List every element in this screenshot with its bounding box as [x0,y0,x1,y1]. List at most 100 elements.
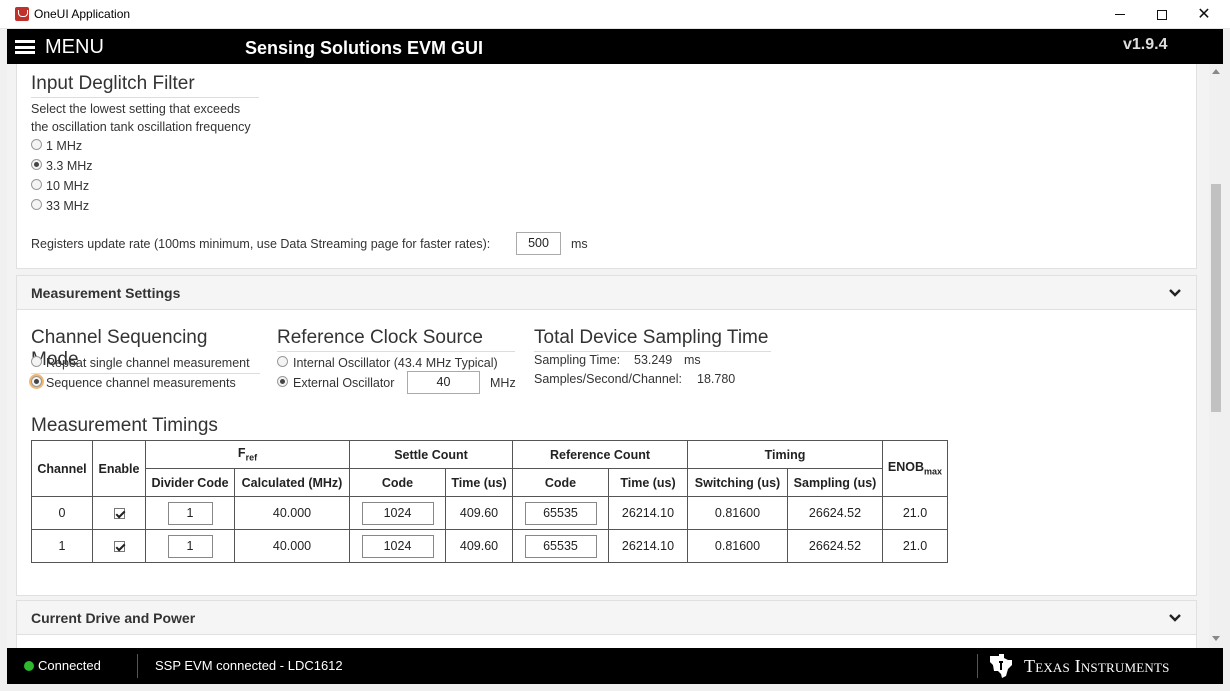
scroll-thumb[interactable] [1211,184,1221,412]
deglitch-radio-1mhz[interactable] [31,139,42,150]
brand-name: Texas Instruments [1024,656,1170,676]
cell-channel: 0 [31,496,93,530]
ref-clock-radio-external[interactable] [277,376,288,387]
cell-switching: 0.81600 [687,529,788,563]
cell-calc: 40.000 [234,529,350,563]
cell-enob: 21.0 [882,529,948,563]
col-ref-time: Time (us) [608,468,688,497]
current-drive-header[interactable]: Current Drive and Power [17,601,1196,635]
deglitch-radio-10mhz[interactable] [31,179,42,190]
app-logo-icon [15,7,29,21]
settle-code-input-ch1[interactable]: 1024 [361,534,434,558]
cell-ref-code: 65535 [512,496,609,530]
minimize-button[interactable] [1098,0,1142,29]
col-settle-count: Settle Count [349,440,513,469]
cell-sampling: 26624.52 [787,496,883,530]
ref-clock-radio-internal[interactable] [277,356,288,367]
hamburger-menu-icon[interactable] [15,40,35,54]
col-enable: Enable [92,440,146,497]
status-divider [137,654,138,678]
vertical-scrollbar[interactable] [1209,64,1223,648]
cell-calc: 40.000 [234,496,350,530]
chevron-down-icon[interactable] [1168,286,1182,300]
cell-enob: 21.0 [882,496,948,530]
settle-code-input-ch0[interactable]: 1024 [361,501,434,525]
enable-checkbox-ch1[interactable] [113,541,125,553]
enable-checkbox-ch0[interactable] [113,508,125,520]
close-button[interactable]: ✕ [1182,0,1226,29]
measurement-settings-header[interactable]: Measurement Settings [17,276,1196,310]
app-header: MENU Sensing Solutions EVM GUI v1.9.4 [7,29,1223,64]
window-bottom-edge [0,684,1230,691]
col-reference-count: Reference Count [512,440,688,469]
cell-ref-time: 26214.10 [608,496,688,530]
maximize-button[interactable] [1140,0,1184,29]
cell-settle-time: 409.60 [445,529,513,563]
scroll-up-icon[interactable] [1212,69,1220,74]
texas-instruments-logo-icon [990,654,1012,678]
cell-switching: 0.81600 [687,496,788,530]
main-content: Input Deglitch Filter Select the lowest … [7,64,1209,648]
external-oscillator-unit: MHz [490,376,516,390]
ref-clock-label-internal: Internal Oscillator (43.4 MHz Typical) [293,356,498,370]
col-channel: Channel [31,440,93,497]
deglitch-label-3-3mhz: 3.3 MHz [46,159,93,173]
divider-input-ch1[interactable]: 1 [167,534,213,558]
status-divider [977,654,978,678]
sps-label: Samples/Second/Channel: [534,372,683,386]
cell-channel: 1 [31,529,93,563]
col-calculated: Calculated (MHz) [234,468,350,497]
version-label: v1.9.4 [1123,36,1168,53]
cell-enable [92,529,146,563]
sampling-time-unit: ms [684,353,701,367]
deglitch-label-1mhz: 1 MHz [46,139,83,153]
timings-title: Measurement Timings [31,415,218,436]
cell-enable [92,496,146,530]
measurement-settings-title: Measurement Settings [31,285,181,301]
measurement-timings-table: Channel Enable Fref Settle Count Referen… [31,440,948,563]
col-ref-code: Code [512,468,609,497]
sequencing-label-sequence: Sequence channel measurements [46,376,236,390]
deglitch-radio-33mhz[interactable] [31,199,42,210]
update-rate-label: Registers update rate (100ms minimum, us… [31,237,491,251]
update-rate-input[interactable]: 500 [516,232,561,255]
table-row: 1 1 40.000 1024 409.60 65535 26214.10 0.… [31,529,948,563]
connection-status: Connected [38,658,101,673]
sequencing-label-repeat: Repeat single channel measurement [46,356,250,370]
cell-settle-time: 409.60 [445,496,513,530]
col-enob: ENOBmax [882,440,948,497]
chevron-down-icon[interactable] [1168,611,1182,625]
window-title: OneUI Application [34,7,131,21]
update-rate-unit: ms [571,237,588,251]
sequencing-radio-sequence[interactable] [31,376,42,387]
cell-ref-code: 65535 [512,529,609,563]
ref-clock-title: Reference Clock Source [277,327,515,352]
col-settle-time: Time (us) [445,468,513,497]
col-divider-code: Divider Code [145,468,235,497]
external-oscillator-input[interactable]: 40 [407,371,480,394]
deglitch-label-10mhz: 10 MHz [46,179,90,193]
divider-input-ch0[interactable]: 1 [167,501,213,525]
ref-clock-label-external: External Oscillator [293,376,395,390]
close-icon: ✕ [1197,6,1211,23]
sampling-time-value: 53.249 [634,353,673,367]
col-settle-code: Code [349,468,446,497]
sampling-time-label: Sampling Time: [534,353,621,367]
connection-status-icon [24,661,34,671]
col-sampling: Sampling (us) [787,468,883,497]
cell-divider: 1 [145,496,235,530]
cell-sampling: 26624.52 [787,529,883,563]
ref-code-input-ch1[interactable]: 65535 [524,534,597,558]
ref-code-input-ch0[interactable]: 65535 [524,501,597,525]
col-fref: Fref [145,440,350,469]
sampling-title: Total Device Sampling Time [534,327,771,352]
menu-button[interactable]: MENU [45,36,104,59]
status-bar: Connected SSP EVM connected - LDC1612 Te… [7,648,1223,684]
current-drive-title: Current Drive and Power [31,610,196,626]
maximize-icon [1157,9,1167,20]
sequencing-radio-repeat[interactable] [31,356,42,367]
deglitch-radio-3-3mhz[interactable] [31,159,42,170]
scroll-down-icon[interactable] [1212,636,1220,641]
deglitch-label-33mhz: 33 MHz [46,199,90,213]
cell-ref-time: 26214.10 [608,529,688,563]
